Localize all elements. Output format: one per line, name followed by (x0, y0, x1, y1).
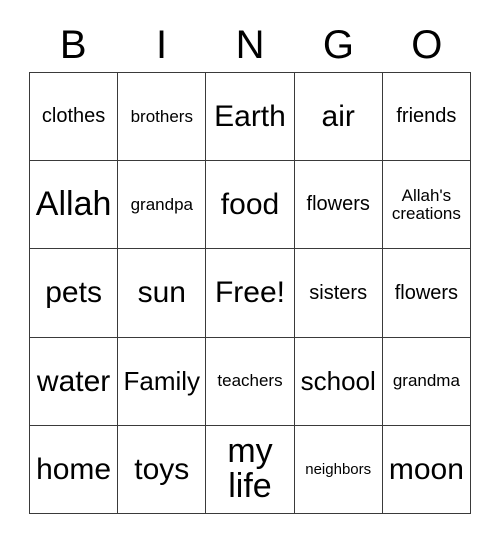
bingo-cell-label: sisters (309, 281, 368, 304)
bingo-cell-label: clothes (41, 105, 106, 128)
bingo-cell-label: sun (137, 276, 186, 310)
bingo-cell-label: air (321, 100, 355, 133)
bingo-cell[interactable]: sisters (294, 249, 383, 338)
bingo-cell[interactable]: Earth (206, 73, 295, 162)
header-letter-i: I (156, 23, 168, 67)
bingo-cell[interactable]: grandpa (118, 161, 207, 250)
bingo-cell-label: Allah (35, 185, 112, 224)
bingo-cell[interactable]: Allah (30, 161, 119, 250)
header-letter-o: O (411, 23, 443, 67)
bingo-cell[interactable]: water (30, 337, 119, 426)
bingo-cell[interactable]: moon (382, 425, 471, 514)
bingo-cell-label: friends (396, 105, 457, 128)
bingo-cell[interactable]: home (30, 425, 119, 514)
bingo-cell-label: home (36, 452, 112, 486)
bingo-cell-label: food (220, 188, 280, 222)
bingo-header-row: B I N G O (29, 18, 471, 72)
bingo-cell[interactable]: food (206, 161, 295, 250)
bingo-cell-label: brothers (130, 106, 193, 126)
bingo-cell[interactable]: Family (118, 337, 207, 426)
bingo-cell-label: pets (45, 276, 102, 310)
bingo-cell[interactable]: clothes (30, 73, 119, 162)
header-letter-n: N (235, 23, 265, 67)
bingo-cell-label: neighbors (305, 460, 372, 478)
bingo-cell-label: Earth (214, 100, 286, 133)
bingo-cell[interactable]: grandma (382, 337, 471, 426)
bingo-cell-label: grandpa (130, 194, 193, 214)
bingo-cell-label: flowers (306, 193, 370, 216)
bingo-cell[interactable]: flowers (294, 161, 383, 250)
bingo-cell-label: toys (134, 452, 190, 486)
bingo-cell[interactable]: school (294, 337, 383, 426)
bingo-cell[interactable]: flowers (382, 249, 471, 338)
bingo-grid: clothes brothers Earth air friends Allah grand… (29, 72, 471, 514)
bingo-cell[interactable]: Allah's creations (382, 161, 471, 250)
bingo-cell[interactable]: sun (118, 249, 207, 338)
bingo-cell-label: school (300, 365, 376, 396)
bingo-cell-label: Allah's creations (391, 186, 461, 223)
bingo-cell[interactable]: brothers (118, 73, 207, 162)
header-letter-g: G (322, 23, 354, 67)
bingo-cell-label: water (36, 364, 111, 398)
bingo-cell-label: flowers (394, 281, 459, 304)
bingo-cell[interactable]: air (294, 73, 383, 162)
bingo-cell[interactable]: teachers (206, 337, 295, 426)
bingo-cell[interactable]: friends (382, 73, 471, 162)
bingo-cell-label: teachers (217, 371, 283, 391)
bingo-cell[interactable]: Free! (206, 249, 295, 338)
bingo-cell[interactable]: neighbors (294, 425, 383, 514)
bingo-cell-label: Family (123, 365, 201, 396)
bingo-card: B I N G O clothes brothers Earth air friends… (0, 0, 500, 544)
header-letter-b: B (59, 23, 87, 67)
bingo-cell-label: grandma (392, 371, 460, 391)
bingo-cell-label: moon (388, 452, 464, 486)
bingo-cell[interactable]: toys (118, 425, 207, 514)
bingo-cell[interactable]: pets (30, 249, 119, 338)
bingo-cell-label: Free! (214, 276, 285, 310)
bingo-cell[interactable]: my life (206, 425, 295, 514)
bingo-cell-label: my life (227, 432, 273, 506)
